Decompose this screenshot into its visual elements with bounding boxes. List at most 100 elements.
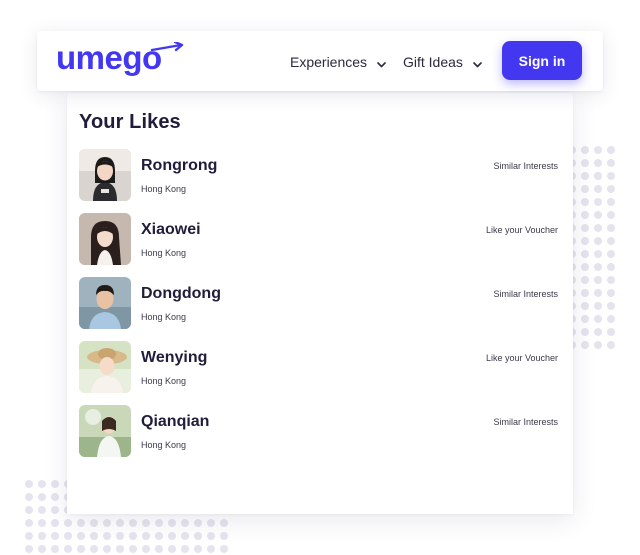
decorative-dot <box>581 302 589 310</box>
nav-gift-ideas-label: Gift Ideas <box>403 54 463 70</box>
list-item[interactable]: Xiaowei Hong Kong Like your Voucher <box>79 213 560 277</box>
avatar[interactable] <box>79 405 131 457</box>
decorative-dot <box>207 519 215 527</box>
like-location: Hong Kong <box>141 376 187 386</box>
like-location: Hong Kong <box>141 248 187 258</box>
decorative-dot <box>155 532 163 540</box>
umego-logo-mark: umego <box>56 39 184 76</box>
decorative-dot <box>155 519 163 527</box>
decorative-dot <box>581 211 589 219</box>
decorative-dot <box>90 519 98 527</box>
decorative-dot <box>207 545 215 553</box>
decorative-dot <box>607 315 615 323</box>
decorative-dot <box>594 289 602 297</box>
decorative-dot <box>607 185 615 193</box>
avatar[interactable] <box>79 213 131 265</box>
decorative-dot <box>594 224 602 232</box>
decorative-dot <box>581 185 589 193</box>
decorative-dot <box>103 519 111 527</box>
like-name: Wenying <box>141 349 208 366</box>
decorative-dot <box>594 211 602 219</box>
like-reason: Like your Voucher <box>485 353 558 363</box>
decorative-dot <box>129 519 137 527</box>
decorative-dot <box>194 519 202 527</box>
decorative-dot <box>594 172 602 180</box>
like-name: Rongrong <box>141 157 218 174</box>
avatar[interactable] <box>79 149 131 201</box>
nav-gift-ideas[interactable]: Gift Ideas <box>403 52 483 72</box>
like-reason: Similar Interests <box>493 417 558 427</box>
decorative-dot <box>38 480 46 488</box>
decorative-dot <box>594 198 602 206</box>
decorative-dot <box>51 506 59 514</box>
decorative-dot <box>594 159 602 167</box>
decorative-dot <box>581 172 589 180</box>
like-reason: Like your Voucher <box>485 225 558 235</box>
decorative-dot <box>77 519 85 527</box>
like-name: Xiaowei <box>141 221 201 238</box>
decorative-dot <box>51 545 59 553</box>
like-name: Dongdong <box>141 285 221 302</box>
decorative-dot <box>77 545 85 553</box>
page: umego Experiences Gift Ideas Sign in You… <box>0 0 640 555</box>
decorative-dot <box>168 545 176 553</box>
decorative-dot <box>607 328 615 336</box>
decorative-dot <box>607 263 615 271</box>
decorative-dot <box>607 172 615 180</box>
decorative-dot <box>607 276 615 284</box>
decorative-dot <box>220 545 228 553</box>
decorative-dot <box>607 289 615 297</box>
decorative-dot <box>607 198 615 206</box>
avatar[interactable] <box>79 277 131 329</box>
decorative-dot <box>581 146 589 154</box>
decorative-dot <box>594 315 602 323</box>
decorative-dot <box>581 224 589 232</box>
list-item[interactable]: Dongdong Hong Kong Similar Interests <box>79 277 560 341</box>
decorative-dot <box>129 532 137 540</box>
decorative-dot <box>607 237 615 245</box>
nav-experiences[interactable]: Experiences <box>290 52 387 72</box>
decorative-dot <box>181 519 189 527</box>
decorative-dot <box>594 276 602 284</box>
decorative-dot <box>142 532 150 540</box>
list-item[interactable]: Qianqian Hong Kong Similar Interests <box>79 405 560 469</box>
decorative-dot <box>181 545 189 553</box>
like-reason: Similar Interests <box>493 289 558 299</box>
avatar[interactable] <box>79 341 131 393</box>
sign-in-button[interactable]: Sign in <box>502 41 582 80</box>
decorative-dot <box>77 532 85 540</box>
top-navbar: umego Experiences Gift Ideas Sign in <box>37 31 603 91</box>
decorative-dot <box>116 532 124 540</box>
decorative-dot <box>607 159 615 167</box>
decorative-dot <box>607 250 615 258</box>
decorative-dot <box>142 545 150 553</box>
decorative-dot <box>25 493 33 501</box>
decorative-dot <box>116 519 124 527</box>
decorative-dot <box>25 506 33 514</box>
decorative-dot <box>51 532 59 540</box>
decorative-dot <box>25 519 33 527</box>
decorative-dot <box>155 545 163 553</box>
decorative-dot <box>90 545 98 553</box>
chevron-down-icon <box>472 57 483 68</box>
decorative-dot <box>581 159 589 167</box>
decorative-dot <box>64 545 72 553</box>
decorative-dot <box>207 532 215 540</box>
decorative-dot <box>51 493 59 501</box>
umego-logo[interactable]: umego <box>56 39 184 80</box>
decorative-dot <box>168 532 176 540</box>
decorative-dot <box>607 224 615 232</box>
decorative-dot <box>581 198 589 206</box>
decorative-dot <box>607 302 615 310</box>
like-name: Qianqian <box>141 413 210 430</box>
decorative-dot <box>194 532 202 540</box>
decorative-dot <box>581 237 589 245</box>
decorative-dot <box>103 532 111 540</box>
decorative-dot <box>594 185 602 193</box>
like-location: Hong Kong <box>141 312 187 322</box>
list-item[interactable]: Rongrong Hong Kong Similar Interests <box>79 149 560 213</box>
decorative-dot <box>594 250 602 258</box>
list-item[interactable]: Wenying Hong Kong Like your Voucher <box>79 341 560 405</box>
dot-pattern-right <box>568 146 615 349</box>
likes-card: Your Likes Rongrong Hong Kong Similar In… <box>67 93 573 514</box>
